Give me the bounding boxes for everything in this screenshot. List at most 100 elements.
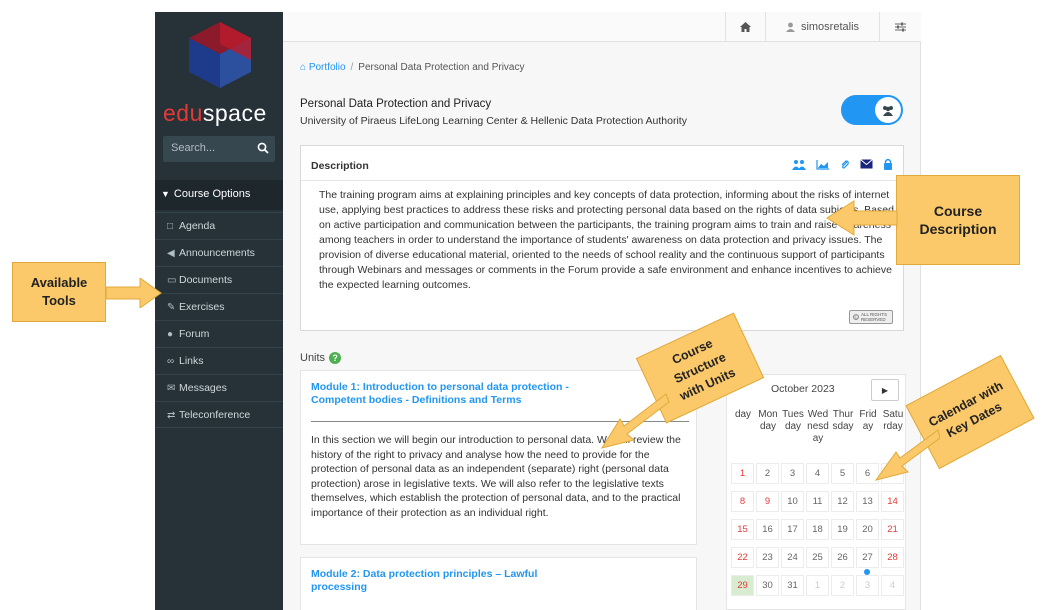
calendar-day[interactable]: 29 <box>731 575 754 596</box>
sidebar: eduspace Search... ▼ Course Options □ Agen… <box>155 12 283 610</box>
course-options-label: Course Options <box>173 188 251 200</box>
description-tools <box>792 156 893 172</box>
unit-title-link[interactable]: Module 1: Introduction to personal data … <box>311 381 581 407</box>
user-menu[interactable]: simosretalis <box>765 12 879 42</box>
sidebar-item-label: Forum <box>179 328 210 340</box>
sidebar-item-agenda[interactable]: □ Agenda <box>155 212 283 239</box>
area-chart-icon[interactable] <box>816 159 830 170</box>
sidebar-item-announcements[interactable]: ◀ Announcements <box>155 239 283 266</box>
screenshot: eduspace Search... ▼ Course Options □ Agen… <box>0 0 1062 610</box>
users-icon <box>883 105 893 116</box>
users-icon[interactable] <box>792 159 806 170</box>
chat-icon: ● <box>167 329 174 340</box>
calendar-day[interactable]: 20 <box>856 519 879 540</box>
calendar-day[interactable]: 10 <box>781 491 804 512</box>
calendar-day[interactable]: 18 <box>806 519 829 540</box>
edit-icon: ✎ <box>167 302 176 313</box>
exchange-icon: ⇄ <box>167 410 176 421</box>
brand-logo[interactable]: eduspace <box>163 100 267 127</box>
weekday-header: Wed nesd ay <box>807 409 829 444</box>
course-options-toggle[interactable]: ▼ Course Options <box>155 180 283 210</box>
folder-icon: ▭ <box>167 275 177 286</box>
calendar-widget: October 2023 ▶ day Mon day Tues day Wed nes… <box>726 374 906 610</box>
home-button[interactable] <box>725 12 765 42</box>
lock-icon[interactable] <box>883 158 893 170</box>
callout-label: Available Tools <box>30 275 88 308</box>
calendar-day[interactable]: 2 <box>756 463 779 484</box>
sidebar-item-exercises[interactable]: ✎ Exercises <box>155 293 283 320</box>
calendar-day[interactable]: 30 <box>756 575 779 596</box>
calendar-day[interactable]: 1 <box>806 575 829 596</box>
units-heading: Units? <box>300 352 342 364</box>
arrow-icon <box>874 429 940 481</box>
calendar-day[interactable]: 25 <box>806 547 829 568</box>
chevron-down-icon: ▼ <box>161 189 170 199</box>
brand-space: space <box>202 100 267 126</box>
sidebar-item-label: Teleconference <box>179 409 251 421</box>
settings-button[interactable] <box>879 12 921 42</box>
calendar-day[interactable]: 3 <box>856 575 879 596</box>
calendar-day[interactable]: 2 <box>831 575 854 596</box>
sidebar-item-documents[interactable]: ▭ Documents <box>155 266 283 293</box>
calendar-day[interactable]: 11 <box>806 491 829 512</box>
calendar-day[interactable]: 16 <box>756 519 779 540</box>
calendar-day[interactable]: 9 <box>756 491 779 512</box>
calendar-day[interactable]: 28 <box>881 547 904 568</box>
calendar-day[interactable]: 12 <box>831 491 854 512</box>
calendar-month: October 2023 <box>771 383 835 395</box>
search-icon[interactable] <box>257 142 269 154</box>
envelope-icon: ✉ <box>167 383 176 394</box>
calendar-next-button[interactable]: ▶ <box>871 379 899 401</box>
logo-cube-icon <box>189 22 251 88</box>
sidebar-item-messages[interactable]: ✉ Messages <box>155 374 283 401</box>
top-bar: simosretalis <box>283 12 921 42</box>
breadcrumb-home-link[interactable]: ⌂ Portfolio <box>300 62 346 73</box>
calendar-day[interactable]: 1 <box>731 463 754 484</box>
callout-course-description: Course Description <box>896 175 1020 265</box>
megaphone-icon: ◀ <box>167 248 175 259</box>
description-heading: Description <box>311 160 369 172</box>
unit-card: Module 2: Data protection principles – L… <box>300 557 697 610</box>
arrow-icon <box>600 393 670 449</box>
course-visibility-toggle[interactable] <box>841 95 903 125</box>
weekday-header: Mon day <box>758 409 778 432</box>
calendar-day[interactable]: 21 <box>881 519 904 540</box>
calendar-icon: □ <box>167 221 174 232</box>
sidebar-item-forum[interactable]: ● Forum <box>155 320 283 347</box>
calendar-day[interactable]: 5 <box>831 463 854 484</box>
sliders-icon <box>895 22 906 32</box>
calendar-day[interactable]: 4 <box>881 575 904 596</box>
home-icon: ⌂ <box>300 62 307 73</box>
sidebar-item-label: Agenda <box>179 220 216 232</box>
calendar-day[interactable]: 4 <box>806 463 829 484</box>
toggle-knob <box>875 97 901 123</box>
calendar-day[interactable]: 23 <box>756 547 779 568</box>
calendar-day[interactable]: 14 <box>881 491 904 512</box>
weekday-header: Thur sday <box>832 409 854 432</box>
calendar-day[interactable]: 13 <box>856 491 879 512</box>
unit-title-link[interactable]: Module 2: Data protection principles – L… <box>311 568 541 594</box>
calendar-day[interactable]: 31 <box>781 575 804 596</box>
home-icon <box>740 22 751 32</box>
sidebar-item-teleconference[interactable]: ⇄ Teleconference <box>155 401 283 428</box>
calendar-day[interactable]: 24 <box>781 547 804 568</box>
search-input[interactable]: Search... <box>163 136 275 162</box>
calendar-day[interactable]: 22 <box>731 547 754 568</box>
calendar-day[interactable]: 3 <box>781 463 804 484</box>
link-icon: ∞ <box>167 356 175 367</box>
calendar-day[interactable]: 8 <box>731 491 754 512</box>
paperclip-icon[interactable] <box>840 159 850 170</box>
calendar-day[interactable]: 15 <box>731 519 754 540</box>
calendar-day[interactable]: 26 <box>831 547 854 568</box>
calendar-day[interactable]: 17 <box>781 519 804 540</box>
sidebar-item-links[interactable]: ∞ Links <box>155 347 283 374</box>
callout-available-tools: Available Tools <box>12 262 106 322</box>
calendar-day[interactable]: 19 <box>831 519 854 540</box>
calendar-day[interactable]: 27 <box>856 547 879 568</box>
help-icon[interactable]: ? <box>329 352 342 364</box>
envelope-icon[interactable] <box>860 159 873 169</box>
copyright-icon: C <box>853 314 859 320</box>
description-panel: Description The training program aims at… <box>300 145 904 331</box>
brand-edu: edu <box>163 100 203 126</box>
search-placeholder: Search... <box>171 142 216 154</box>
